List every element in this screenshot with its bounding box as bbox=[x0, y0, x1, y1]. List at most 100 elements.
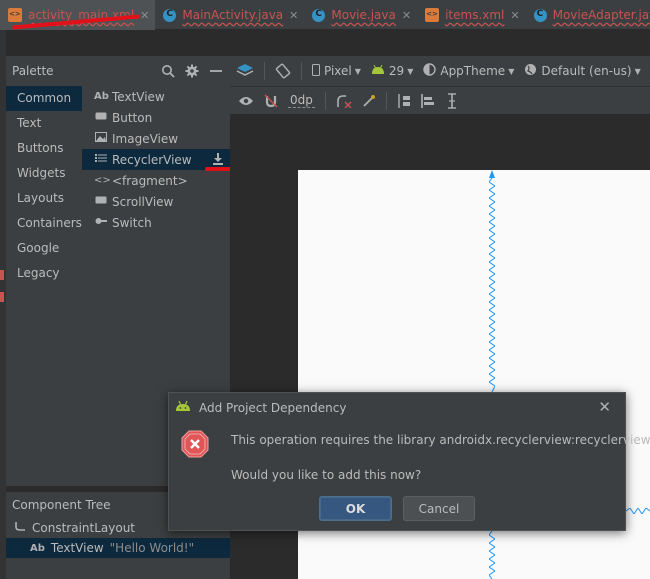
class-icon bbox=[533, 8, 547, 22]
close-icon[interactable]: ✕ bbox=[402, 9, 411, 22]
xml-file-icon bbox=[425, 8, 440, 22]
tab-movie[interactable]: Movie.java ✕ bbox=[304, 0, 417, 30]
toolbar-divider bbox=[385, 91, 387, 110]
close-icon[interactable]: ✕ bbox=[598, 398, 611, 416]
list-icon bbox=[94, 153, 108, 166]
category-widgets[interactable]: Widgets bbox=[6, 161, 82, 186]
palette-item-fragment[interactable]: <> <fragment> bbox=[82, 170, 230, 191]
default-margin-field[interactable]: 0dp bbox=[288, 93, 315, 108]
close-icon[interactable]: ✕ bbox=[140, 9, 149, 22]
error-marker bbox=[0, 270, 4, 280]
minimize-icon[interactable] bbox=[206, 61, 226, 81]
cancel-button[interactable]: Cancel bbox=[403, 496, 475, 521]
error-icon bbox=[181, 430, 209, 458]
download-icon[interactable] bbox=[212, 152, 224, 168]
editor-tabs: activity_main.xml ✕ MainActivity.java ✕ … bbox=[0, 0, 650, 30]
chevron-down-icon: ▼ bbox=[407, 66, 414, 76]
device-label: Pixel bbox=[324, 64, 352, 78]
item-label: Button bbox=[112, 110, 153, 125]
android-icon bbox=[175, 400, 191, 415]
locale-selector[interactable]: Default (en-us) ▼ bbox=[524, 63, 641, 79]
palette-item-imageview[interactable]: ImageView bbox=[82, 128, 230, 149]
tab-main-activity[interactable]: MainActivity.java ✕ bbox=[155, 0, 304, 30]
tab-label: items.xml bbox=[445, 8, 505, 22]
theme-label: AppTheme bbox=[440, 64, 506, 78]
category-layouts[interactable]: Layouts bbox=[6, 186, 82, 211]
constraint-spring-top bbox=[489, 170, 495, 392]
constraint-toolbar: 0dp bbox=[230, 86, 650, 114]
switch-icon bbox=[94, 216, 108, 229]
dialog-message: This operation requires the library andr… bbox=[231, 433, 650, 447]
api-selector[interactable]: 29 ▼ bbox=[371, 64, 413, 78]
constraint-layout-icon bbox=[14, 521, 26, 536]
toolbar-divider bbox=[324, 91, 326, 110]
tree-node-label: TextView bbox=[50, 541, 104, 555]
add-dependency-dialog: Add Project Dependency ✕ This operation … bbox=[168, 392, 650, 531]
class-icon bbox=[163, 8, 177, 22]
item-label: <fragment> bbox=[112, 173, 188, 188]
dialog-title-bar: Add Project Dependency ✕ bbox=[169, 393, 625, 423]
scroll-icon bbox=[94, 195, 108, 208]
palette-header: Palette bbox=[6, 56, 230, 86]
chevron-down-icon: ▼ bbox=[634, 66, 641, 76]
category-legacy[interactable]: Legacy bbox=[6, 261, 82, 286]
locale-label: Default (en-us) bbox=[541, 64, 632, 78]
device-selector[interactable]: Pixel ▼ bbox=[312, 63, 361, 79]
palette-item-switch[interactable]: Switch bbox=[82, 212, 230, 233]
close-icon[interactable]: ✕ bbox=[289, 9, 298, 22]
category-buttons[interactable]: Buttons bbox=[6, 136, 82, 161]
dialog-question: Would you like to add this now? bbox=[231, 468, 422, 482]
align-icon[interactable] bbox=[421, 93, 435, 109]
tab-label: Movie.java bbox=[331, 8, 396, 22]
search-icon[interactable] bbox=[158, 61, 178, 81]
eye-icon[interactable] bbox=[238, 95, 254, 107]
theme-icon bbox=[423, 63, 437, 79]
phone-icon bbox=[312, 63, 320, 79]
constraint-spring-bottom bbox=[489, 531, 495, 579]
palette-title: Palette bbox=[12, 64, 54, 78]
error-marker bbox=[0, 292, 4, 302]
xml-file-icon bbox=[8, 8, 22, 22]
toolbar-divider bbox=[264, 62, 265, 80]
api-label: 29 bbox=[388, 64, 405, 78]
palette-items: Ab TextView Button ImageView RecyclerVie… bbox=[82, 86, 230, 233]
category-text[interactable]: Text bbox=[6, 111, 82, 136]
clear-constraints-icon[interactable] bbox=[336, 94, 352, 108]
android-icon bbox=[371, 64, 385, 78]
category-containers[interactable]: Containers bbox=[6, 211, 82, 236]
pack-icon[interactable] bbox=[397, 93, 411, 109]
chevron-down-icon: ▼ bbox=[354, 66, 361, 76]
palette-item-button[interactable]: Button bbox=[82, 107, 230, 128]
tree-node-textview[interactable]: Ab TextView "Hello World!" bbox=[6, 538, 230, 558]
palette-item-scrollview[interactable]: ScrollView bbox=[82, 191, 230, 212]
item-label: RecyclerView bbox=[112, 152, 192, 167]
class-icon bbox=[312, 8, 326, 22]
theme-selector[interactable]: AppTheme ▼ bbox=[423, 63, 514, 79]
palette-item-textview[interactable]: Ab TextView bbox=[82, 86, 230, 107]
ok-button[interactable]: OK bbox=[319, 496, 392, 521]
toolbar-divider bbox=[301, 62, 302, 80]
tab-items[interactable]: items.xml ✕ bbox=[417, 0, 526, 30]
gear-icon[interactable] bbox=[182, 61, 202, 81]
layers-icon[interactable] bbox=[236, 63, 254, 79]
orientation-icon[interactable] bbox=[275, 63, 291, 79]
dialog-title: Add Project Dependency bbox=[199, 401, 347, 415]
chevron-down-icon: ▼ bbox=[508, 66, 515, 76]
textview-icon: Ab bbox=[30, 542, 45, 554]
tree-node-label: ConstraintLayout bbox=[32, 521, 136, 535]
category-google[interactable]: Google bbox=[6, 236, 82, 261]
tab-movie-adapter[interactable]: MovieAdapter.java bbox=[526, 0, 650, 30]
image-icon bbox=[94, 132, 108, 145]
guidelines-icon[interactable] bbox=[445, 92, 459, 109]
close-icon[interactable]: ✕ bbox=[510, 9, 519, 22]
item-label: TextView bbox=[112, 89, 165, 104]
tab-label: MainActivity.java bbox=[182, 8, 284, 22]
palette-categories: Common Text Buttons Widgets Layouts Cont… bbox=[6, 86, 82, 486]
textview-icon: Ab bbox=[94, 91, 109, 102]
magnet-off-icon[interactable] bbox=[264, 94, 278, 108]
item-label: ScrollView bbox=[112, 194, 174, 209]
infer-constraints-icon[interactable] bbox=[362, 94, 376, 108]
category-common[interactable]: Common bbox=[6, 86, 82, 111]
design-toolbar: Pixel ▼ 29 ▼ AppTheme ▼ Default (en-us) … bbox=[230, 56, 650, 86]
code-brackets-icon: <> bbox=[94, 175, 111, 186]
